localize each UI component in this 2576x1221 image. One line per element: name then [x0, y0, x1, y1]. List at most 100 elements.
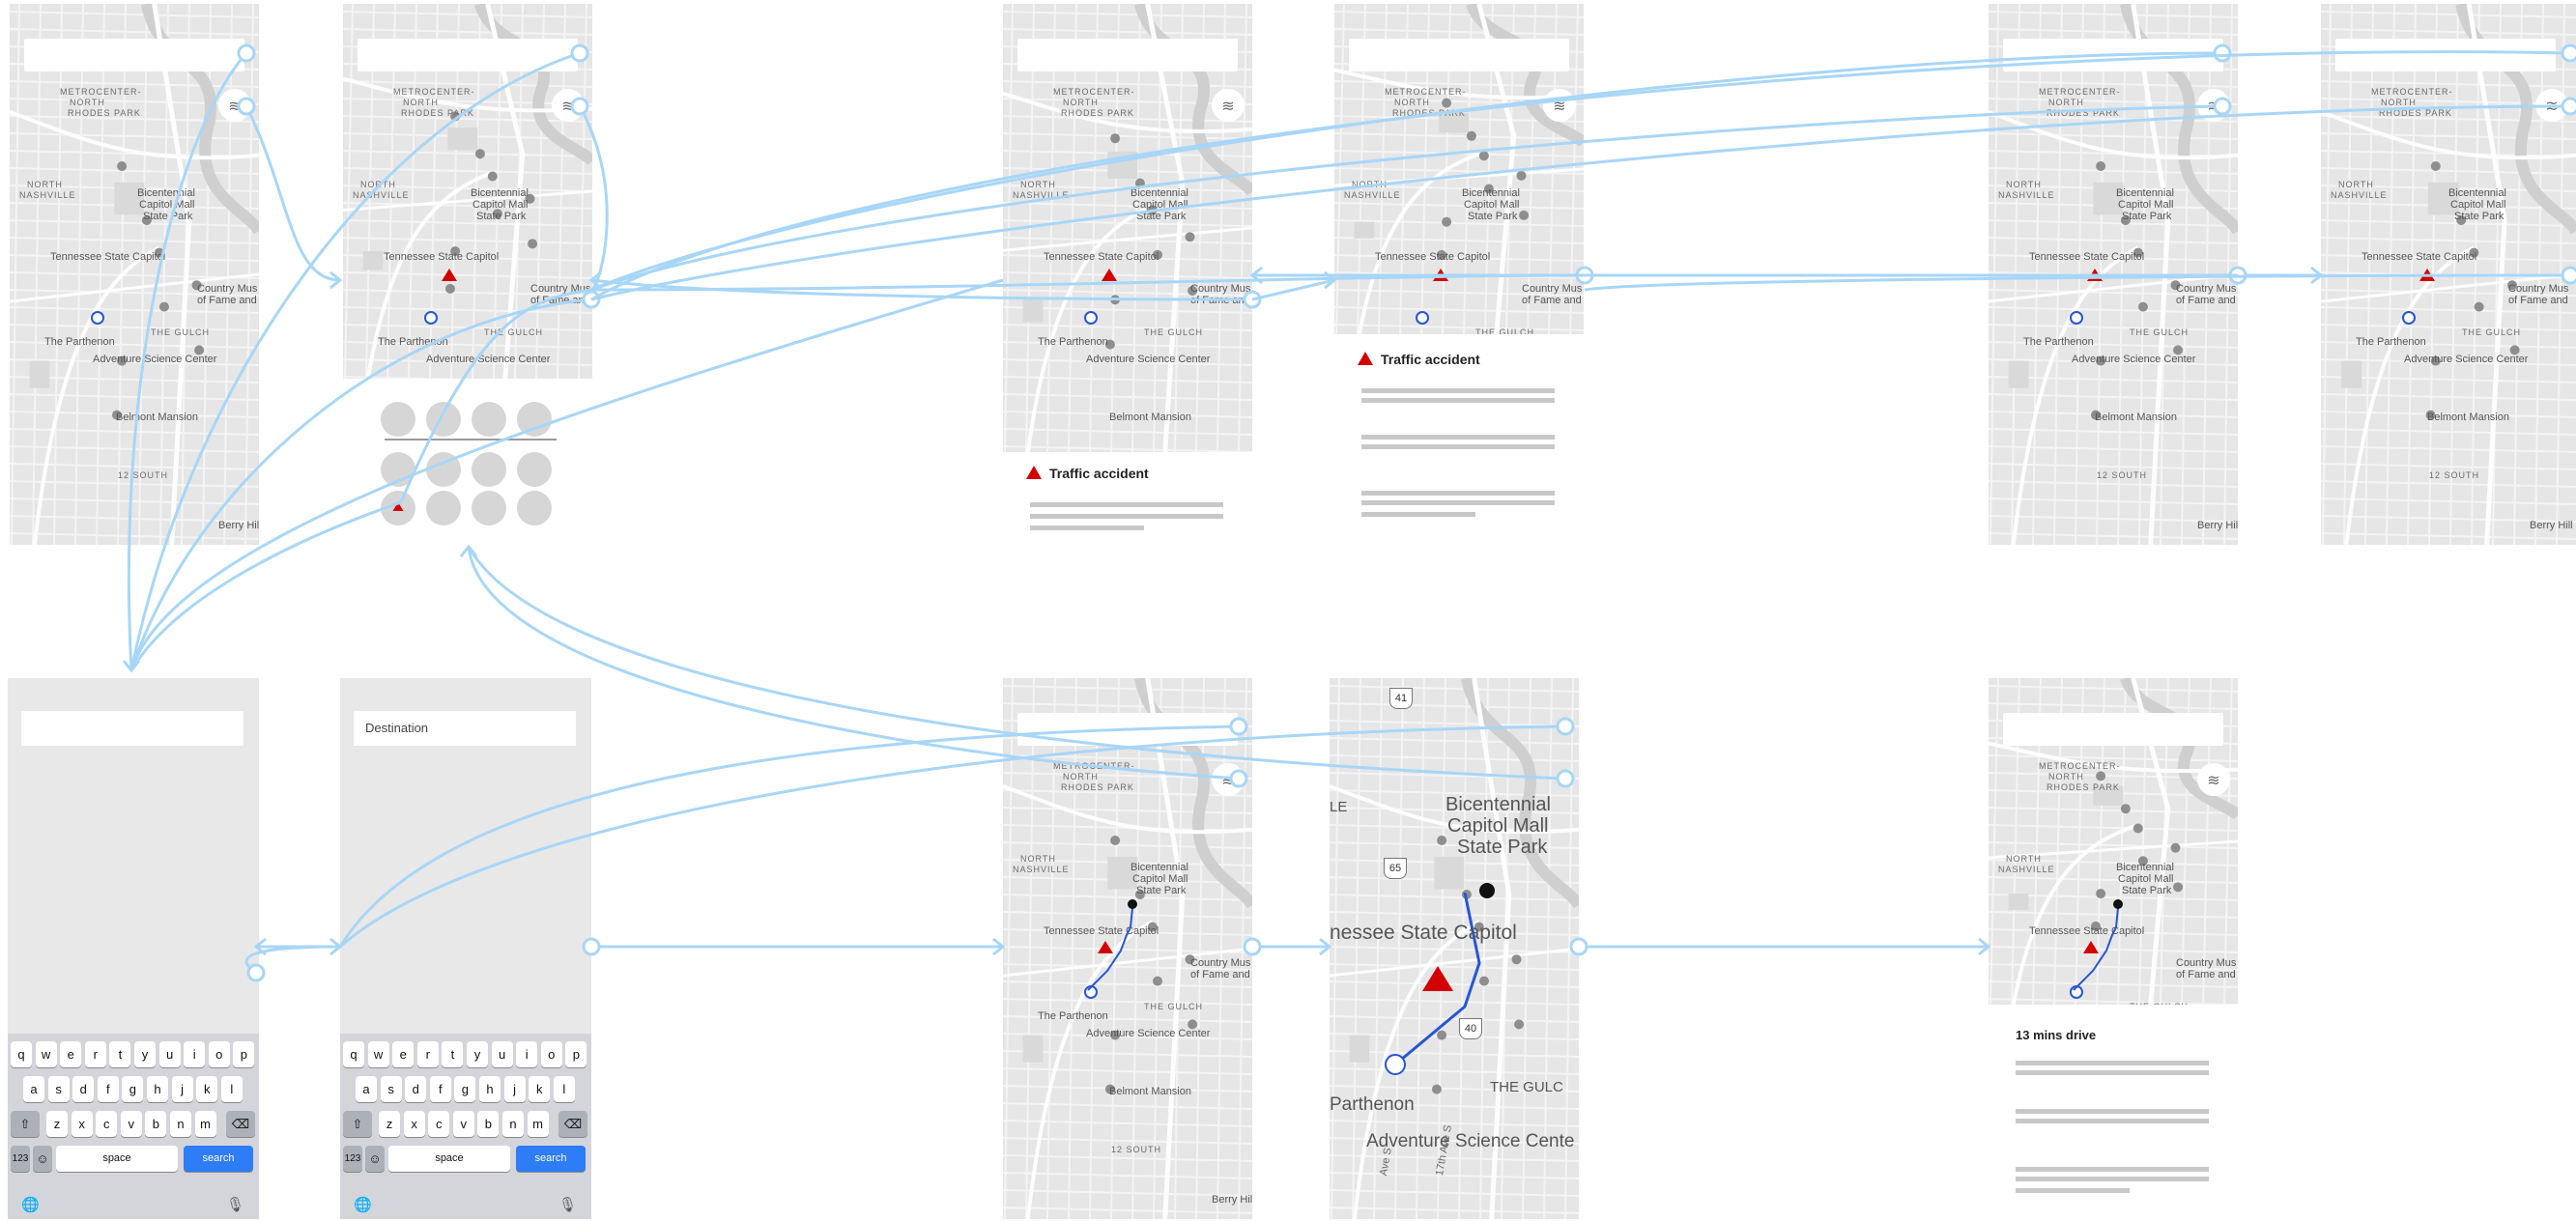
numbers-key[interactable]: 123	[343, 1146, 362, 1172]
key-j[interactable]: j	[503, 1076, 526, 1102]
emoji-icon[interactable]: ☺	[365, 1146, 385, 1172]
key-o[interactable]: o	[540, 1041, 562, 1067]
key-w[interactable]: w	[35, 1041, 57, 1067]
key-v[interactable]: v	[120, 1111, 142, 1137]
key-h[interactable]: h	[479, 1076, 501, 1102]
key-l[interactable]: l	[220, 1076, 243, 1102]
key-w[interactable]: w	[367, 1041, 389, 1067]
key-q[interactable]: q	[11, 1041, 32, 1067]
key-r[interactable]: r	[84, 1041, 106, 1067]
key-s[interactable]: s	[380, 1076, 402, 1102]
key-b[interactable]: b	[477, 1111, 500, 1137]
category-button[interactable]	[472, 452, 506, 487]
key-g[interactable]: g	[454, 1076, 476, 1102]
key-u[interactable]: u	[491, 1041, 513, 1067]
incident-category-button[interactable]	[381, 491, 415, 525]
key-f[interactable]: f	[429, 1076, 451, 1102]
category-button[interactable]	[517, 452, 552, 487]
shift-icon[interactable]: ⇧	[11, 1111, 40, 1137]
search-input[interactable]	[21, 711, 243, 746]
incident-icon[interactable]	[442, 269, 457, 281]
category-button[interactable]	[426, 452, 461, 487]
search-bar[interactable]	[2335, 39, 2556, 71]
incident-icon[interactable]	[2419, 269, 2435, 281]
key-d[interactable]: d	[405, 1076, 427, 1102]
map-screen-incident-expanded[interactable]: ≋ METROCENTER- NORTH RHODES PARK NORTH NASHVI…	[1334, 4, 1584, 334]
incident-icon[interactable]	[1433, 269, 1448, 281]
key-z[interactable]: z	[46, 1111, 68, 1137]
microphone-icon[interactable]: 🎙	[226, 1196, 244, 1213]
key-k[interactable]: k	[196, 1076, 218, 1102]
category-button[interactable]	[517, 402, 552, 437]
backspace-icon[interactable]: ⌫	[558, 1111, 587, 1137]
map-screen-home[interactable]: ≋ METROCENTER- NORTH RHODES PARK NORTH NASHVI…	[10, 4, 259, 545]
key-g[interactable]: g	[122, 1076, 144, 1102]
layers-button[interactable]: ≋	[218, 89, 251, 122]
key-y[interactable]: y	[134, 1041, 156, 1067]
layers-button[interactable]: ≋	[2197, 89, 2230, 122]
map-screen-report[interactable]: ≋ METROCENTER- NORTH RHODES PARK NORTH NASHVI…	[1989, 4, 2238, 545]
key-m[interactable]: m	[527, 1111, 549, 1137]
backspace-icon[interactable]: ⌫	[226, 1111, 255, 1137]
key-a[interactable]: a	[23, 1076, 44, 1102]
key-i[interactable]: i	[516, 1041, 538, 1067]
key-r[interactable]: r	[416, 1041, 439, 1067]
search-bar[interactable]	[24, 39, 244, 71]
key-x[interactable]: x	[71, 1111, 93, 1137]
key-s[interactable]: s	[47, 1076, 70, 1102]
incident-icon[interactable]	[1422, 966, 1453, 991]
layers-button[interactable]: ≋	[1543, 89, 1576, 122]
shift-icon[interactable]: ⇧	[343, 1111, 372, 1137]
search-key[interactable]: search	[516, 1146, 586, 1172]
incident-icon[interactable]	[1102, 269, 1117, 281]
category-button[interactable]	[472, 402, 506, 437]
key-u[interactable]: u	[158, 1041, 181, 1067]
key-m[interactable]: m	[194, 1111, 216, 1137]
map-screen-categories[interactable]: ≋ METROCENTER- NORTH RHODES PARK NORTH NASHVI…	[343, 4, 592, 379]
key-j[interactable]: j	[171, 1076, 193, 1102]
search-input[interactable]: Destination	[354, 711, 576, 746]
search-bar[interactable]	[1349, 39, 1569, 71]
category-button[interactable]	[426, 491, 461, 525]
category-button[interactable]	[426, 402, 461, 437]
key-e[interactable]: e	[392, 1041, 415, 1067]
key-h[interactable]: h	[147, 1076, 168, 1102]
layers-button[interactable]: ≋	[2535, 89, 2568, 122]
key-f[interactable]: f	[97, 1076, 119, 1102]
key-z[interactable]: z	[379, 1111, 400, 1137]
space-key[interactable]: space	[56, 1146, 178, 1172]
incident-icon[interactable]	[2087, 269, 2103, 281]
map-screen-route[interactable]: ≋ METROCENTER- NORTH RHODES PARK NORTH NASHVI…	[1003, 678, 1252, 1219]
key-d[interactable]: d	[72, 1076, 95, 1102]
category-button[interactable]	[472, 491, 506, 525]
search-key[interactable]: search	[184, 1146, 253, 1172]
search-bar[interactable]	[2003, 39, 2223, 71]
map-screen-incident[interactable]: ≋ METROCENTER- NORTH RHODES PARK NORTH NASHVI…	[1003, 4, 1252, 452]
search-bar[interactable]	[1017, 39, 1238, 71]
key-o[interactable]: o	[208, 1041, 230, 1067]
key-y[interactable]: y	[467, 1041, 488, 1067]
incident-icon[interactable]	[2083, 941, 2099, 953]
map-screen-report-confirm[interactable]: ≋ METROCENTER- NORTH RHODES PARK NORTH NASHVI…	[2321, 4, 2576, 545]
key-a[interactable]: a	[356, 1076, 377, 1102]
key-n[interactable]: n	[170, 1111, 191, 1137]
numbers-key[interactable]: 123	[11, 1146, 30, 1172]
category-button[interactable]	[381, 402, 415, 437]
key-b[interactable]: b	[145, 1111, 167, 1137]
globe-icon[interactable]: 🌐	[21, 1196, 40, 1213]
map-screen-route-summary[interactable]: ≋ METROCENTER- NORTH RHODES PARK NORTH NASHVI…	[1989, 678, 2238, 1005]
key-i[interactable]: i	[184, 1041, 206, 1067]
key-t[interactable]: t	[109, 1041, 131, 1067]
key-c[interactable]: c	[96, 1111, 118, 1137]
incident-icon[interactable]	[1098, 941, 1113, 953]
key-q[interactable]: q	[343, 1041, 364, 1067]
emoji-icon[interactable]: ☺	[33, 1146, 52, 1172]
key-t[interactable]: t	[442, 1041, 464, 1067]
layers-button[interactable]: ≋	[1212, 89, 1245, 122]
key-l[interactable]: l	[553, 1076, 575, 1102]
microphone-icon[interactable]: 🎙	[558, 1196, 577, 1213]
key-n[interactable]: n	[502, 1111, 524, 1137]
key-e[interactable]: e	[60, 1041, 82, 1067]
key-x[interactable]: x	[403, 1111, 425, 1137]
key-p[interactable]: p	[565, 1041, 587, 1067]
